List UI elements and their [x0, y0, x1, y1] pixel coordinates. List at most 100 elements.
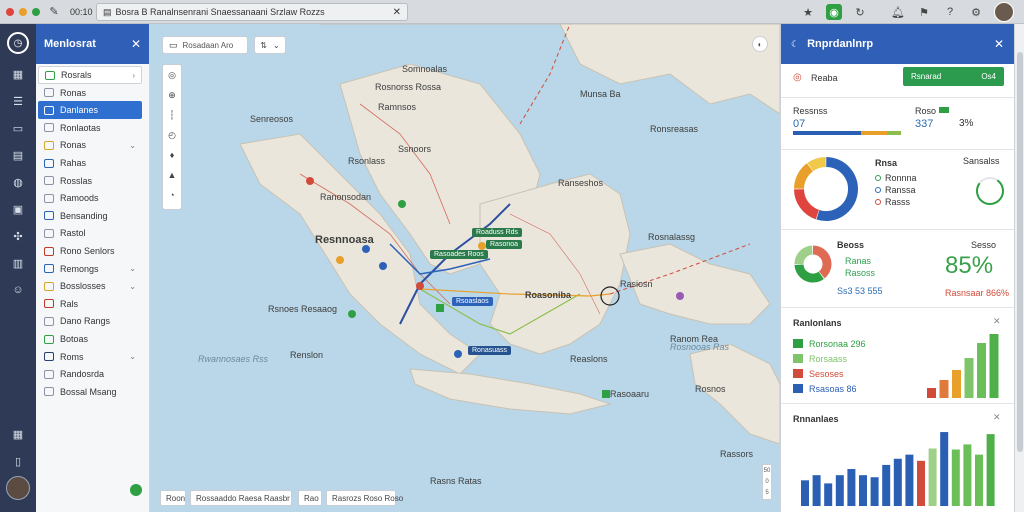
route-tag[interactable]: Ronasuass [468, 346, 512, 355]
sidebar-item[interactable]: Ronas [38, 84, 142, 102]
map-footer-button[interactable]: Roon [160, 490, 186, 506]
building-icon[interactable]: ▦ [10, 427, 26, 441]
sidebar-item[interactable]: Rosslas [38, 172, 142, 190]
legend-swatch [793, 384, 803, 393]
menu-item-icon [44, 88, 54, 98]
map-footer-field[interactable]: Rasrozs Roso Roso [326, 490, 403, 506]
report-icon[interactable]: ▥ [10, 256, 26, 270]
sidebar-item-label: Rals [60, 298, 79, 309]
sidebar-item[interactable]: Ramoods [38, 189, 142, 207]
extension-icon[interactable]: ◉ [826, 4, 842, 20]
route-red-dash [519, 24, 571, 125]
sidebar-item[interactable]: Botoas [38, 330, 142, 348]
url-bar[interactable]: ▤ Bosra B Ranalnsenrani Snaessanaani Srz… [96, 3, 408, 21]
sidebar-item[interactable]: Dano Rangs [38, 312, 142, 330]
chevron-icon: ⌄ [129, 352, 136, 362]
bar [977, 343, 986, 398]
profile-avatar[interactable] [6, 476, 30, 500]
user-avatar[interactable] [994, 2, 1014, 22]
grid-icon[interactable]: ▦ [10, 67, 26, 81]
refresh-icon[interactable]: ↻ [852, 4, 868, 20]
map-view[interactable]: ▭ Rosadaan Aro ⇅ ⌄ ◐ ◎ ⊕ ┆ ◴ ♦ ▲ ◔ Senre… [150, 24, 780, 512]
stat-value: 07 [793, 118, 806, 130]
pencil-icon[interactable]: ✎ [46, 4, 62, 20]
chart-icon[interactable]: ▤ [10, 148, 26, 162]
sidebar-item[interactable]: Bosslosses ⌄ [38, 277, 142, 295]
sidebar-item[interactable]: Ronas ⌄ [38, 136, 142, 154]
gauge-ring [976, 177, 1004, 205]
route-tag[interactable]: Rasoades Roos [430, 250, 488, 259]
bar [847, 469, 856, 506]
app-logo-icon[interactable]: ◷ [7, 32, 29, 54]
sidebar-item[interactable]: Remongs ⌄ [38, 260, 142, 278]
donut-slice [816, 157, 858, 221]
sidebar-item[interactable]: Bensanding [38, 207, 142, 225]
close-icon[interactable]: ✕ [994, 37, 1004, 51]
history-icon[interactable]: ◔ [162, 185, 182, 205]
close-window-dot[interactable] [6, 7, 14, 16]
map-label: Rosnalassg [648, 232, 696, 242]
calendar-icon[interactable]: ▣ [10, 202, 26, 216]
sidebar-item[interactable]: Rahas [38, 154, 142, 172]
sidebar-item[interactable]: Rals [38, 295, 142, 313]
close-tab-icon[interactable]: ✕ [393, 7, 401, 18]
primary-action-button[interactable]: Rsnarad Os4 [903, 67, 1004, 86]
route-tag[interactable]: Rasonoa [486, 240, 523, 249]
sidebar-item[interactable]: Bossal Msang [38, 383, 142, 401]
sidebar-item[interactable]: Roms ⌄ [38, 348, 142, 366]
pie-slice [794, 264, 824, 283]
status-badge-green [939, 107, 949, 113]
map-dropdown[interactable]: ⇅ ⌄ [254, 36, 286, 54]
sidebar-item[interactable]: Danlanes [38, 101, 142, 120]
maximize-window-dot[interactable] [32, 7, 40, 16]
sidebar-item[interactable]: Rono Senlors [38, 242, 142, 260]
legend-swatch [793, 354, 803, 363]
bar [824, 483, 833, 506]
measure-icon[interactable]: ┆ [162, 105, 182, 125]
marker-orange [336, 256, 344, 264]
land-mass-island-east [479, 173, 631, 355]
map-footer-button[interactable]: Rao [298, 490, 322, 506]
legend-swatch [793, 339, 803, 348]
users-icon[interactable]: ☺ [10, 283, 26, 297]
bookmark-icon[interactable]: ⚑ [916, 4, 932, 20]
target-icon[interactable]: ◎ [162, 65, 182, 85]
pin-icon[interactable]: ♦ [162, 145, 182, 165]
sidebar-item[interactable]: Rosrals › [38, 66, 142, 84]
land-mass-se [689, 343, 780, 445]
sidebar-item[interactable]: Randosrda [38, 365, 142, 383]
marker-purple [676, 292, 684, 300]
sidebar-item-label: Rastol [60, 228, 86, 239]
bar [952, 370, 961, 398]
close-icon[interactable]: ✕ [993, 412, 1001, 423]
settings-icon[interactable]: ⚙ [968, 4, 984, 20]
zoom-icon[interactable]: ⊕ [162, 85, 182, 105]
close-icon[interactable]: ✕ [993, 316, 1001, 327]
panel-scrollbar[interactable] [1014, 24, 1024, 512]
bell-icon[interactable]: 🔔︎ [890, 4, 906, 20]
sidebar-item[interactable]: Rastol [38, 224, 142, 242]
close-icon[interactable]: ✕ [131, 37, 141, 51]
scrollbar-thumb[interactable] [1017, 52, 1023, 452]
status-dot[interactable] [130, 484, 142, 496]
help-icon[interactable]: ? [942, 4, 958, 20]
sidebar-item[interactable]: Ronlaotas [38, 119, 142, 137]
menu-item-icon [44, 246, 54, 256]
route-tag[interactable]: Rsoaslaos [452, 297, 493, 306]
terrain-icon[interactable]: ▲ [162, 165, 182, 185]
map-info-button[interactable]: ◐ [752, 36, 768, 52]
star-icon[interactable]: ★ [800, 4, 816, 20]
map-search-text: Rosadaan Aro [182, 40, 234, 50]
globe-icon[interactable]: ◍ [10, 175, 26, 189]
route-tag[interactable]: Roaduss Rds [472, 228, 523, 237]
trash-icon[interactable]: ▯ [10, 454, 26, 468]
minimize-window-dot[interactable] [19, 7, 27, 16]
compass-icon[interactable]: ◴ [162, 125, 182, 145]
folder-icon[interactable]: ▭ [10, 121, 26, 135]
page-icon: ▤ [103, 6, 112, 17]
puzzle-icon[interactable]: ✣ [10, 229, 26, 243]
donut-title: Rnsa [875, 158, 898, 168]
map-search[interactable]: ▭ Rosadaan Aro [162, 36, 248, 54]
map-footer-field[interactable]: Rossaaddo Raesa Raasbr [190, 490, 292, 506]
list-icon[interactable]: ☰ [10, 94, 26, 108]
